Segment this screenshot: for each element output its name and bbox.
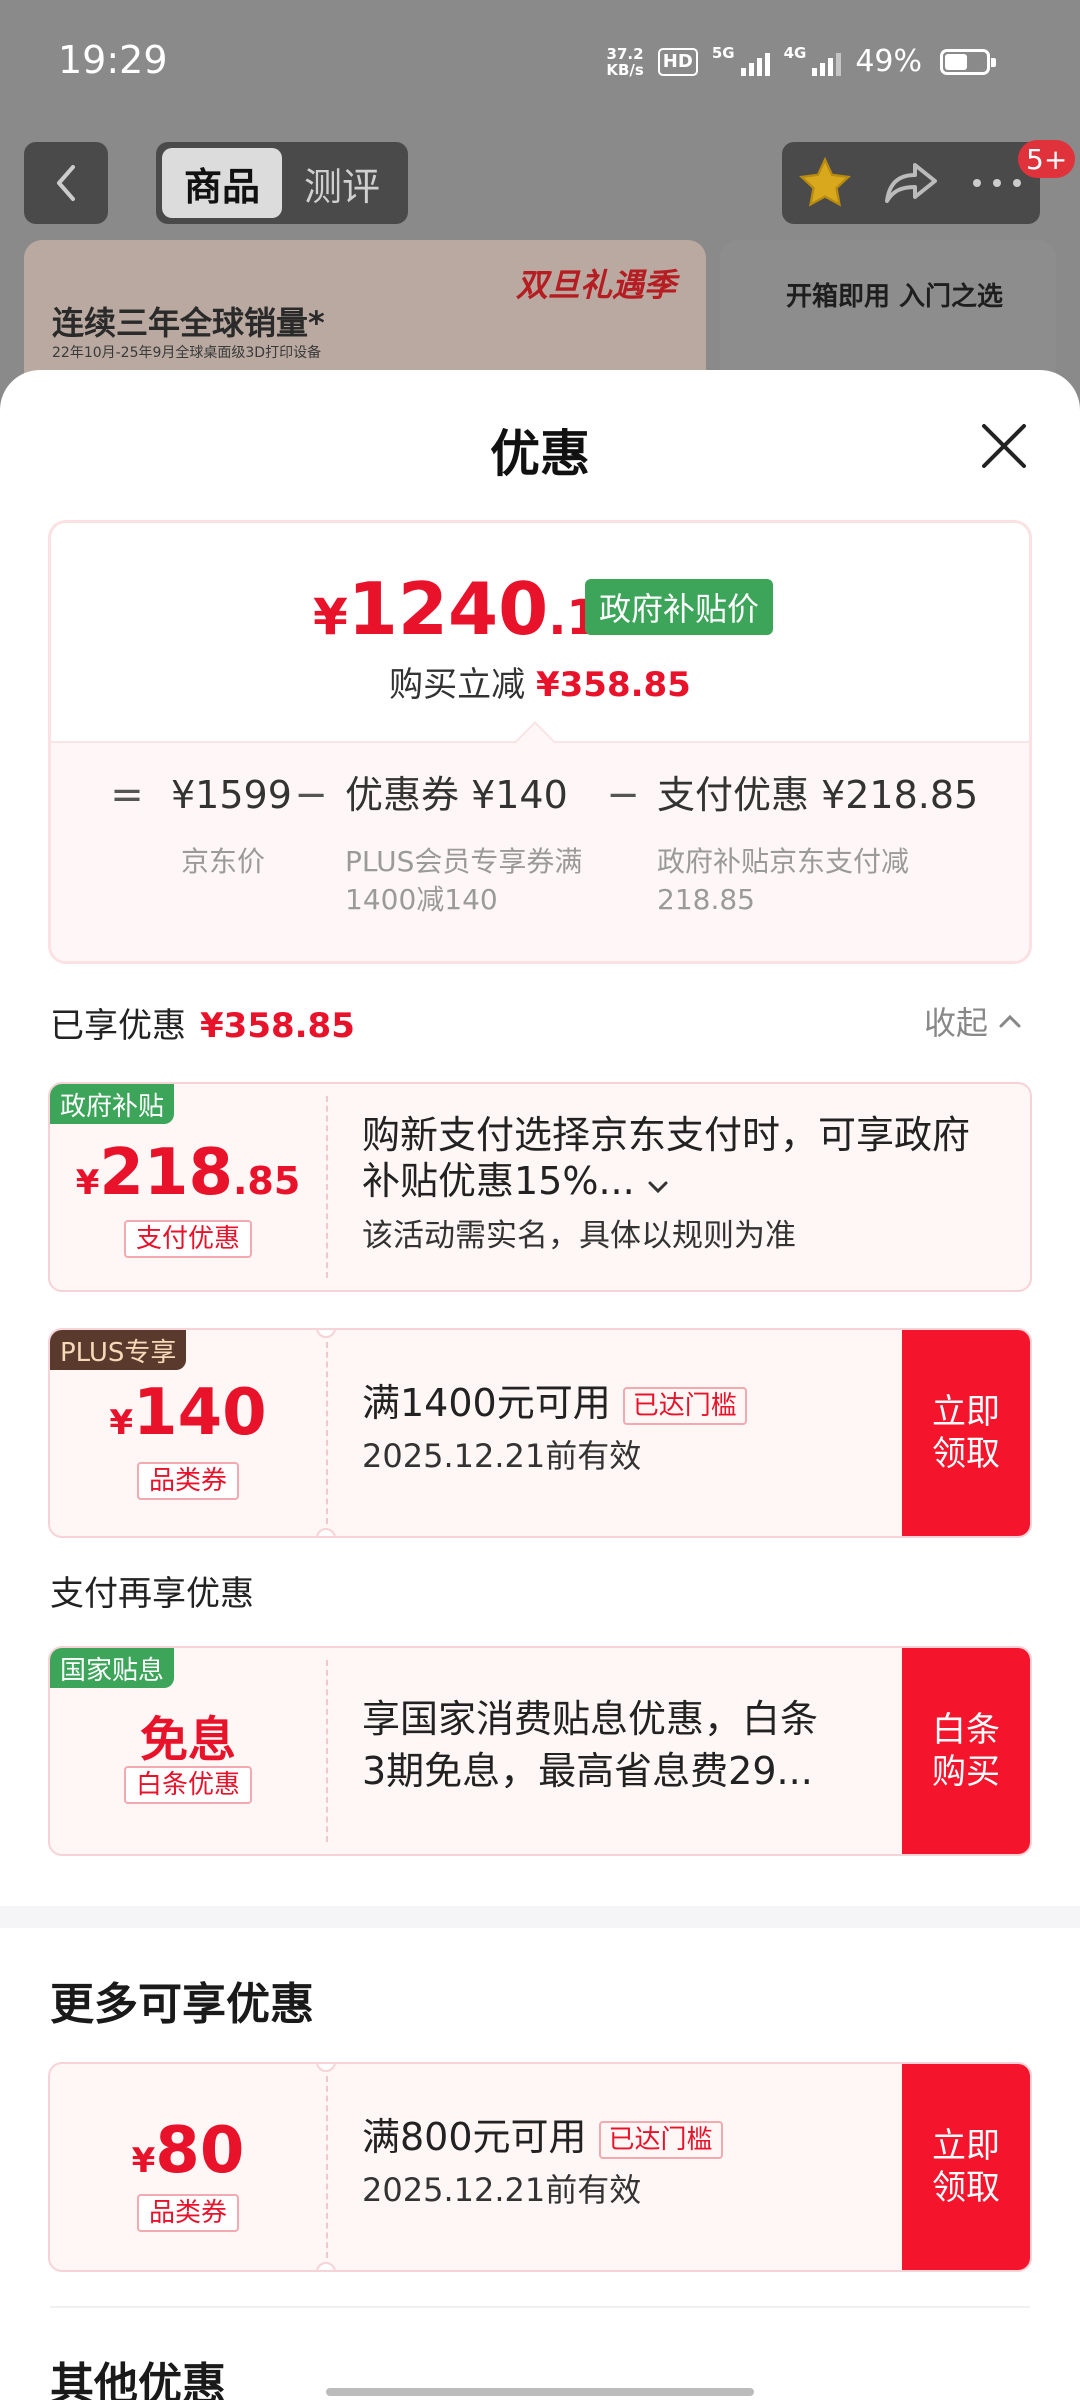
gov-subsidy-price-tag: 政府补贴价: [585, 579, 774, 635]
interest-offer-line2: 3期免息，最高省息费29...: [362, 1749, 813, 1793]
formula-payment-discount: 支付优惠 ¥218.85 政府补贴京东支付减218.85: [657, 773, 979, 916]
more-icon[interactable]: [969, 175, 1025, 191]
more-discounts-title: 更多可享优惠: [50, 1979, 314, 2030]
coupon-value-area: 国家贴息 免息 白条优惠: [50, 1648, 326, 1854]
coupon-divider: [326, 2076, 328, 2258]
collapse-button[interactable]: 收起: [924, 998, 1022, 1044]
purchase-discount: 购买立减 ¥358.85: [389, 665, 691, 705]
network-speed: 37.2 KB/s: [606, 44, 644, 79]
divider: [50, 2306, 1030, 2308]
coupon-note: 该活动需实名，具体以规则为准: [362, 1218, 796, 1254]
coupon-divider: [326, 1660, 328, 1842]
sheet-title: 优惠: [490, 425, 590, 483]
signal-icon: [740, 48, 770, 76]
hd-icon: HD: [657, 47, 698, 76]
chevron-down-icon: [648, 1181, 668, 1194]
sim2-network-label: 4G: [783, 44, 807, 62]
notification-badge: 5+: [1018, 140, 1076, 178]
discount-sheet: 优惠 ¥1240.15 政府补贴价 购买立减 ¥358.85 = ¥1599 京…: [0, 370, 1080, 2400]
enjoyed-discount-label: 已享优惠 ¥358.85: [50, 1006, 355, 1046]
pay-again-label: 支付再享优惠: [50, 1574, 254, 1614]
price-formula-area: = ¥1599 京东价 − 优惠券 ¥140 PLUS会员专享券满1400减14…: [51, 741, 1029, 961]
coupon-notch: [316, 2262, 336, 2270]
price-formula: = ¥1599 京东价 − 优惠券 ¥140 PLUS会员专享券满1400减14…: [105, 769, 1009, 919]
baitiao-buy-button[interactable]: 白条购买: [902, 1648, 1030, 1854]
coupon-type-tag: 支付优惠: [123, 1220, 253, 1258]
coupon-divider: [326, 1342, 328, 1524]
coupon-type-tag: 品类券: [136, 1462, 240, 1500]
plus-coupon: PLUS专享 ¥140 品类券 满1400元可用 已达门槛 2025.12.21前…: [48, 1328, 1032, 1538]
banner-note: 22年10月-25年9月全球桌面级3D打印设备: [52, 345, 322, 361]
coupon-description: 购新支付选择京东支付时，可享政府补贴优惠15%... 该活动需实名，具体以规则为…: [362, 1084, 1030, 1290]
gov-subsidy-coupon[interactable]: 政府补贴 ¥218.85 支付优惠 购新支付选择京东支付时，可享政府补贴优惠15…: [48, 1082, 1032, 1292]
coupon-divider: [326, 1096, 328, 1278]
coupon-value-area: 政府补贴 ¥218.85 支付优惠: [50, 1084, 326, 1290]
other-discounts-title: 其他优惠: [50, 2359, 226, 2400]
gov-subsidy-tag: 政府补贴: [50, 1084, 175, 1124]
section-divider: [0, 1906, 1080, 1928]
battery-percent: 49%: [855, 44, 922, 79]
interest-offer-line1: 享国家消费贴息优惠，白条: [362, 1697, 819, 1741]
coupon-expiry: 2025.12.21前有效: [362, 1437, 642, 1475]
coupon-type-tag: 白条优惠: [123, 1766, 253, 1804]
back-button[interactable]: [24, 142, 108, 224]
national-subsidy-tag: 国家贴息: [50, 1648, 175, 1688]
threshold-reached-tag: 已达门槛: [622, 1386, 747, 1425]
home-indicator[interactable]: [326, 2388, 754, 2396]
coupon-type-tag: 品类券: [136, 2194, 240, 2232]
interest-free-coupon: 国家贴息 免息 白条优惠 享国家消费贴息优惠，白条 3期免息，最高省息费29..…: [48, 1646, 1032, 1856]
status-icons: 37.2 KB/s HD 5G 4G 49%: [606, 44, 996, 79]
plus-exclusive-tag: PLUS专享: [50, 1330, 187, 1370]
claim-button[interactable]: 立即领取: [902, 2064, 1030, 2270]
price-breakdown-card: ¥1240.15 政府补贴价 购买立减 ¥358.85 = ¥1599 京东价 …: [48, 520, 1032, 964]
signal-icon: [812, 48, 842, 76]
star-icon[interactable]: [797, 155, 853, 211]
coupon-value-area: ¥80 品类券: [50, 2064, 326, 2270]
coupon-threshold: 满1400元可用 已达门槛: [362, 1380, 747, 1426]
nav-tabs: 商品 测评: [156, 142, 408, 224]
status-time: 19:29: [58, 38, 168, 82]
battery-icon: [940, 48, 996, 75]
coupon-amount: ¥80: [131, 2114, 245, 2188]
formula-jd-price: ¥1599 京东价: [171, 773, 292, 878]
sim1-network-label: 5G: [711, 44, 735, 62]
claim-button[interactable]: 立即领取: [902, 1330, 1030, 1536]
nav-actions: [782, 142, 1040, 224]
interest-free-text: 免息: [139, 1712, 236, 1768]
minus-sign: −: [606, 772, 640, 818]
coupon-amount: ¥140: [109, 1376, 267, 1450]
coupon-amount: ¥218.85: [75, 1136, 301, 1210]
tab-product[interactable]: 商品: [162, 148, 282, 218]
thumbnail-caption: 开箱即用 入门之选: [786, 282, 1004, 312]
final-price-area: ¥1240.15 政府补贴价 购买立减 ¥358.85: [51, 523, 1029, 741]
promo-text: 双旦礼遇季: [515, 266, 676, 304]
coupon-rule-text[interactable]: 购新支付选择京东支付时，可享政府补贴优惠15%...: [362, 1112, 1002, 1204]
equals-sign: =: [110, 772, 144, 818]
coupon-threshold: 满800元可用 已达门槛: [362, 2114, 723, 2160]
formula-coupon: 优惠券 ¥140 PLUS会员专享券满1400减140: [345, 773, 583, 916]
category-coupon-80: ¥80 品类券 满800元可用 已达门槛 2025.12.21前有效 立即领取: [48, 2062, 1032, 2272]
tab-review[interactable]: 测评: [282, 148, 402, 218]
share-icon[interactable]: [883, 158, 939, 208]
banner-slogan: 连续三年全球销量*: [52, 304, 325, 342]
minus-sign: −: [294, 772, 328, 818]
status-bar: 19:29 37.2 KB/s HD 5G 4G 49%: [0, 0, 1080, 120]
coupon-value-area: PLUS专享 ¥140 品类券: [50, 1330, 326, 1536]
chevron-up-icon: [999, 1014, 1021, 1028]
chevron-left-icon: [57, 165, 75, 201]
close-icon[interactable]: [972, 414, 1036, 478]
threshold-reached-tag: 已达门槛: [598, 2120, 723, 2159]
coupon-notch: [316, 1528, 336, 1536]
background-page: 19:29 37.2 KB/s HD 5G 4G 49% 商品 测评 5+ 双旦…: [0, 0, 1080, 440]
coupon-expiry: 2025.12.21前有效: [362, 2171, 642, 2209]
